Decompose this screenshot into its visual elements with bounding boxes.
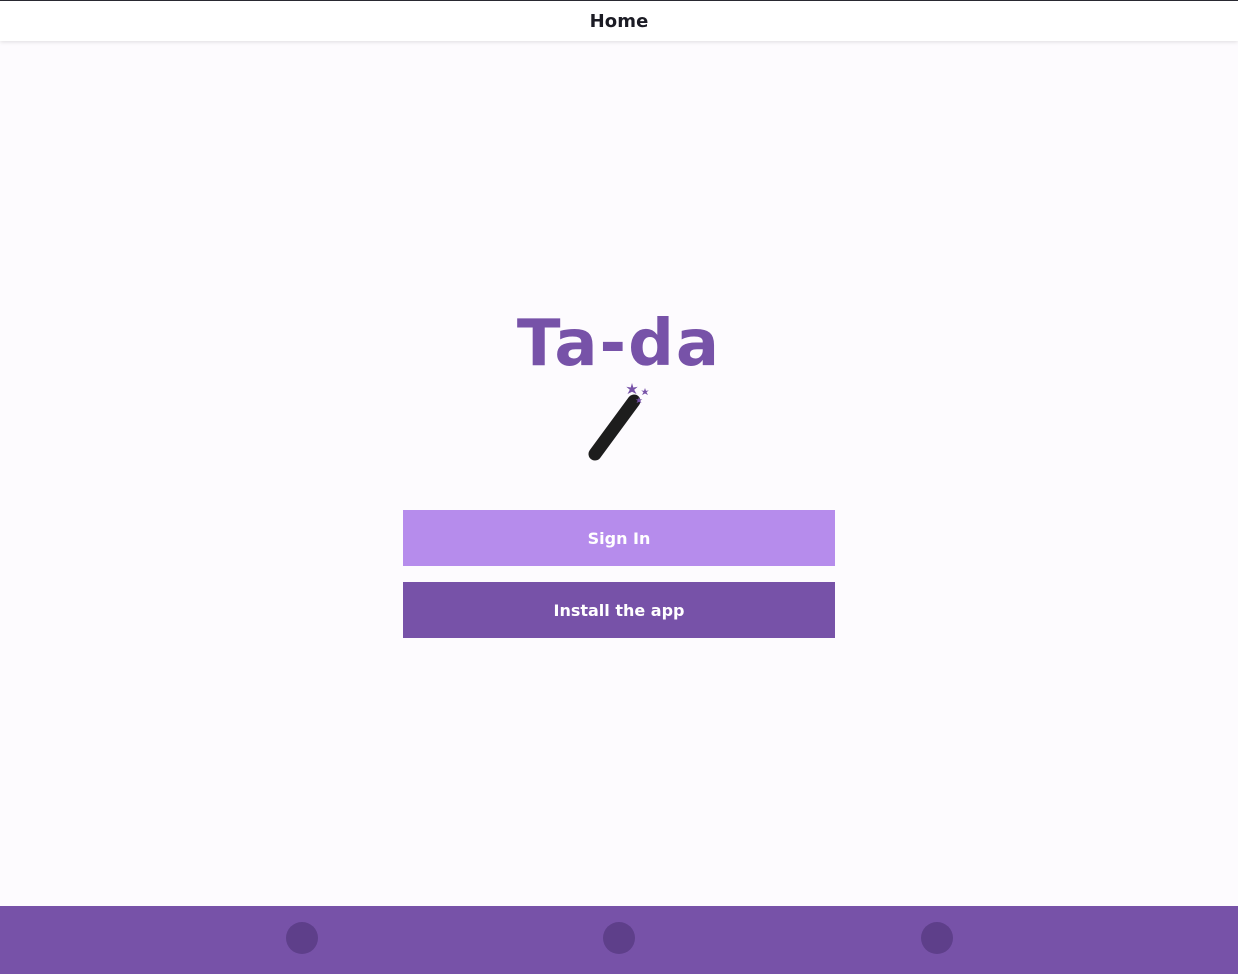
sign-in-button[interactable]: Sign In (403, 510, 835, 566)
install-app-button[interactable]: Install the app (403, 582, 835, 638)
bottom-navigation (0, 906, 1238, 974)
magic-wand-icon (584, 382, 656, 464)
page-title: Home (589, 10, 649, 32)
nav-item-2[interactable] (603, 922, 635, 954)
nav-item-1[interactable] (286, 922, 318, 954)
app-title: Ta-da (516, 307, 722, 381)
top-app-bar: Home (0, 1, 1238, 41)
nav-item-3[interactable] (921, 922, 953, 954)
